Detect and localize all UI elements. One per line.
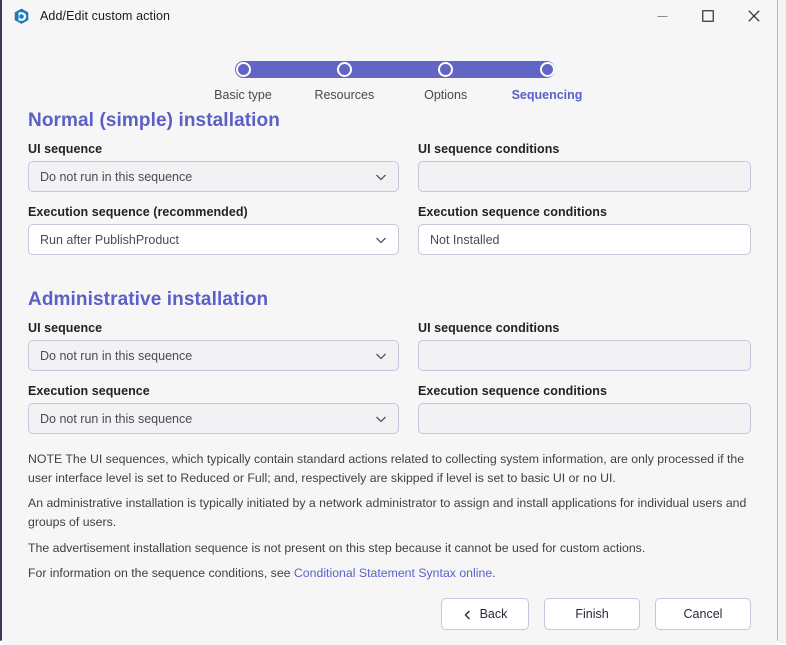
note-link-prefix: For information on the sequence conditio… bbox=[28, 566, 294, 581]
normal-execution-sequence-conditions-input-label: Execution sequence conditions bbox=[418, 205, 607, 219]
normal-ui-sequence-dropdown-value: Do not run in this sequence bbox=[40, 169, 193, 184]
stepper-label-basic-type[interactable]: Basic type bbox=[214, 88, 272, 102]
section-title-1: Administrative installation bbox=[28, 289, 269, 310]
title-bar-left: Add/Edit custom action bbox=[2, 8, 170, 25]
stepper-label-sequencing[interactable]: Sequencing bbox=[512, 88, 583, 102]
admin-execution-sequence-dropdown[interactable]: Do not run in this sequence bbox=[28, 403, 399, 434]
normal-ui-sequence-conditions-input-label: UI sequence conditions bbox=[418, 142, 560, 156]
normal-execution-sequence-dropdown[interactable]: Run after PublishProduct bbox=[28, 224, 399, 255]
stepper-node-1[interactable] bbox=[336, 62, 352, 77]
admin-execution-sequence-dropdown-value: Do not run in this sequence bbox=[40, 411, 193, 426]
note-administrative-installation: An administrative installation is typica… bbox=[28, 496, 747, 530]
stepper-label-options[interactable]: Options bbox=[424, 88, 467, 102]
note-sequence-conditions: For information on the sequence conditio… bbox=[28, 564, 751, 583]
note-ui-sequences: NOTE The UI sequences, which typically c… bbox=[28, 452, 745, 485]
normal-execution-sequence-conditions-input-value: Not Installed bbox=[430, 232, 500, 247]
admin-ui-sequence-dropdown[interactable]: Do not run in this sequence bbox=[28, 340, 399, 371]
admin-execution-sequence-dropdown-label: Execution sequence bbox=[28, 384, 150, 398]
section-fields-1: UI sequence Do not run in this sequence UI… bbox=[28, 321, 751, 447]
cancel-button[interactable]: Cancel bbox=[655, 598, 751, 631]
normal-execution-sequence-dropdown-field: Execution sequence (recommended) Run afte… bbox=[28, 205, 399, 255]
normal-ui-sequence-conditions-input-field: UI sequence conditions bbox=[418, 142, 751, 192]
notes-block: NOTE The UI sequences, which typically c… bbox=[28, 450, 751, 583]
close-icon[interactable] bbox=[731, 0, 777, 32]
normal-ui-sequence-dropdown-field: UI sequence Do not run in this sequence bbox=[28, 142, 399, 192]
stepper-label-resources[interactable]: Resources bbox=[314, 88, 374, 102]
dialog-content: Basic type Resources Options Sequencing Nor… bbox=[2, 32, 777, 584]
admin-ui-sequence-dropdown-field: UI sequence Do not run in this sequence bbox=[28, 321, 399, 371]
admin-execution-sequence-conditions-input[interactable] bbox=[418, 403, 751, 434]
finish-button-label: Finish bbox=[575, 607, 609, 622]
minimize-icon[interactable] bbox=[639, 0, 685, 32]
normal-execution-sequence-conditions-input-field: Execution sequence conditions Not Install… bbox=[418, 205, 751, 255]
normal-ui-sequence-dropdown[interactable]: Do not run in this sequence bbox=[28, 161, 399, 192]
admin-execution-sequence-conditions-input-label: Execution sequence conditions bbox=[418, 384, 607, 398]
admin-execution-sequence-conditions-input-field: Execution sequence conditions bbox=[418, 384, 751, 434]
maximize-icon[interactable] bbox=[685, 0, 731, 32]
normal-ui-sequence-dropdown-label: UI sequence bbox=[28, 142, 103, 156]
admin-ui-sequence-conditions-input-field: UI sequence conditions bbox=[418, 321, 751, 371]
normal-execution-sequence-dropdown-label: Execution sequence (recommended) bbox=[28, 205, 248, 219]
stepper-progress-bar bbox=[235, 61, 555, 78]
normal-execution-sequence-dropdown-value: Run after PublishProduct bbox=[40, 232, 179, 247]
admin-execution-sequence-dropdown-field: Execution sequence Do not run in this seq… bbox=[28, 384, 399, 434]
conditional-statement-syntax-link[interactable]: Conditional Statement Syntax online bbox=[294, 566, 492, 580]
cancel-button-label: Cancel bbox=[683, 607, 723, 622]
dialog-footer: Back Finish Cancel bbox=[2, 583, 777, 645]
chevron-left-icon bbox=[463, 609, 473, 620]
window-outer-background bbox=[778, 0, 786, 643]
chevron-down-icon[interactable] bbox=[375, 234, 387, 246]
back-button[interactable]: Back bbox=[441, 598, 529, 631]
admin-ui-sequence-dropdown-value: Do not run in this sequence bbox=[40, 348, 193, 363]
wizard-stepper: Basic type Resources Options Sequencing bbox=[28, 54, 751, 110]
stepper-node-3[interactable] bbox=[539, 62, 555, 77]
normal-execution-sequence-conditions-input[interactable]: Not Installed bbox=[418, 224, 751, 255]
window-controls bbox=[639, 0, 777, 32]
section-title-0: Normal (simple) installation bbox=[28, 110, 280, 131]
admin-ui-sequence-dropdown-label: UI sequence bbox=[28, 321, 103, 335]
dialog-window: Add/Edit custom action Basic type Resourc… bbox=[0, 0, 778, 645]
chevron-down-icon[interactable] bbox=[375, 413, 387, 425]
section-fields-0: UI sequence Do not run in this sequence UI… bbox=[28, 142, 751, 268]
stepper-node-0[interactable] bbox=[235, 62, 251, 77]
chevron-down-icon[interactable] bbox=[375, 350, 387, 362]
window-title: Add/Edit custom action bbox=[40, 9, 171, 23]
back-button-label: Back bbox=[479, 607, 508, 622]
normal-ui-sequence-conditions-input[interactable] bbox=[418, 161, 751, 192]
chevron-down-icon[interactable] bbox=[375, 171, 387, 183]
admin-ui-sequence-conditions-input-label: UI sequence conditions bbox=[418, 321, 560, 335]
note-link-suffix: . bbox=[492, 566, 496, 581]
title-bar: Add/Edit custom action bbox=[2, 0, 777, 32]
admin-ui-sequence-conditions-input[interactable] bbox=[418, 340, 751, 371]
finish-button[interactable]: Finish bbox=[544, 598, 640, 631]
app-logo-icon bbox=[13, 8, 30, 25]
note-advertisement-sequence: The advertisement installation sequence … bbox=[28, 540, 646, 555]
